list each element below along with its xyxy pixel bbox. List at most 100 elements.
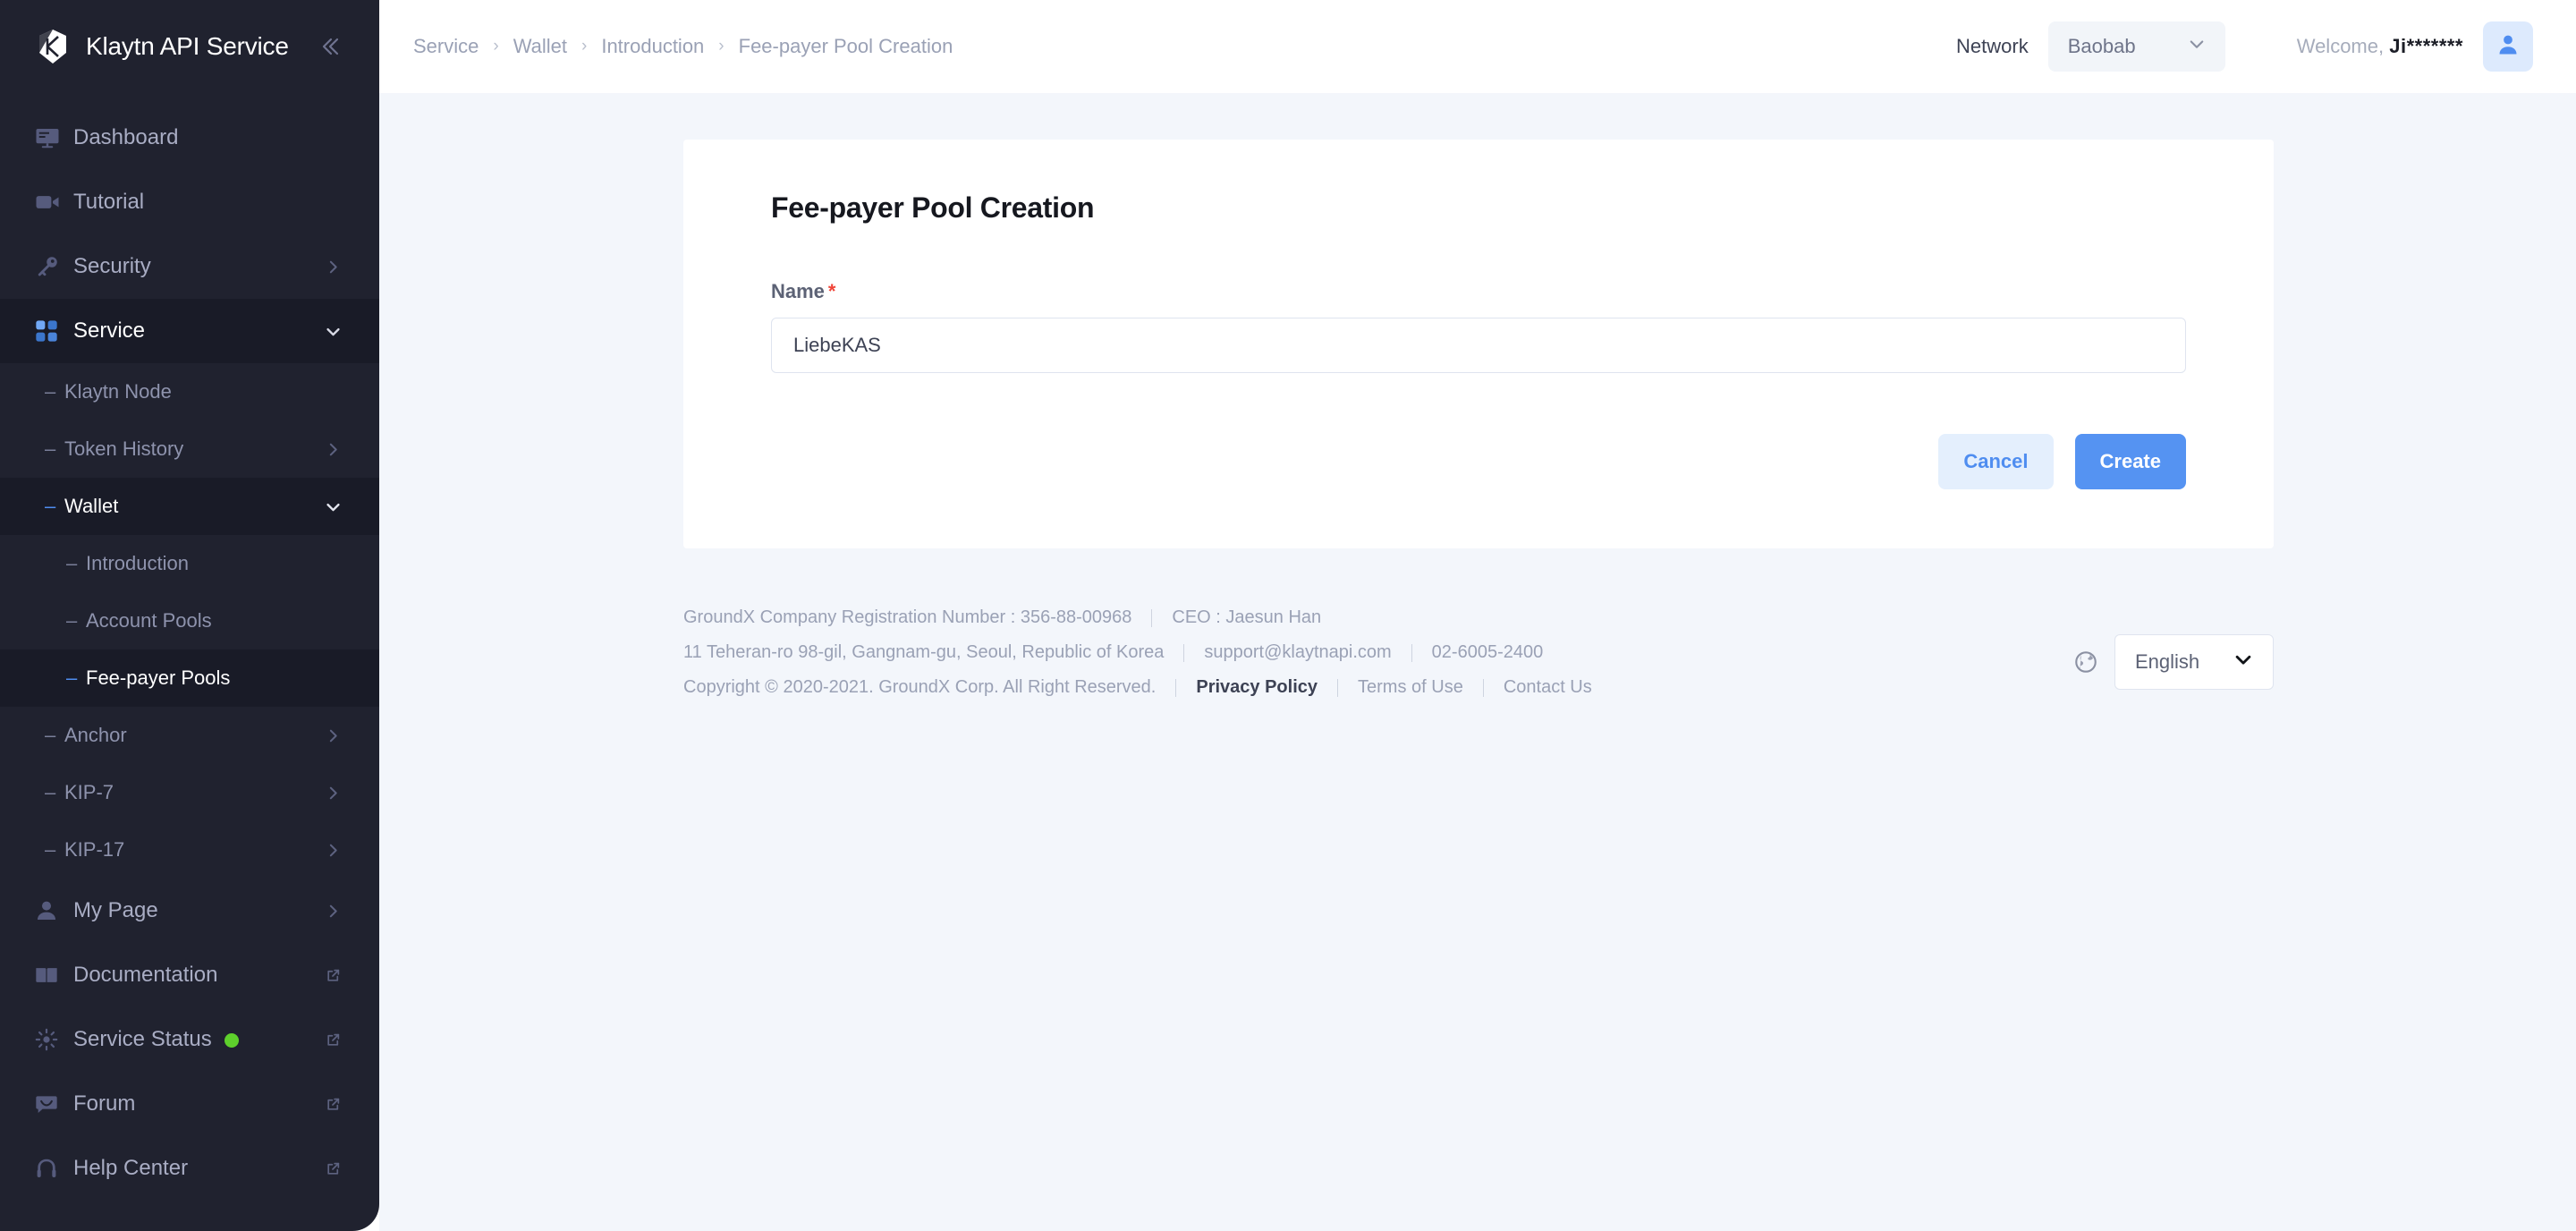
person-icon — [34, 898, 73, 923]
divider — [1151, 608, 1153, 627]
dash-marker: – — [66, 609, 78, 632]
footer-copyright: Copyright © 2020-2021. GroundX Corp. All… — [683, 677, 1157, 697]
breadcrumb-item-current: Fee-payer Pool Creation — [738, 35, 953, 57]
sidebar-item-label: Security — [73, 254, 151, 278]
chevron-right-icon: › — [493, 37, 499, 55]
sidebar-item-label: Wallet — [64, 495, 119, 517]
divider — [1482, 678, 1484, 697]
sidebar-item-account-pools[interactable]: – Account Pools — [0, 592, 379, 649]
sidebar-item-label: KIP-17 — [64, 838, 125, 861]
top-bar-right: Network Baobab Welcome, Ji******* — [1956, 21, 2533, 72]
sidebar-item-label: Help Center — [73, 1156, 189, 1180]
sidebar-item-label: My Page — [73, 898, 158, 922]
footer-email[interactable]: support@klaytnapi.com — [1204, 642, 1391, 663]
divider — [1183, 643, 1185, 662]
sidebar-item-label: KIP-7 — [64, 781, 114, 803]
chevron-down-icon — [2233, 649, 2253, 675]
sidebar-item-label: Fee-payer Pools — [86, 666, 231, 689]
top-bar: Service › Wallet › Introduction › Fee-pa… — [379, 0, 2576, 93]
monitor-icon — [34, 124, 73, 151]
breadcrumb: Service › Wallet › Introduction › Fee-pa… — [413, 35, 953, 58]
sidebar-item-introduction[interactable]: – Introduction — [0, 535, 379, 592]
chevron-right-icon — [320, 442, 345, 457]
terms-of-use-link[interactable]: Terms of Use — [1358, 677, 1463, 698]
chevron-right-icon — [320, 728, 345, 743]
language-select[interactable]: English — [2114, 634, 2274, 690]
external-link-icon — [320, 1161, 345, 1176]
cancel-button[interactable]: Cancel — [1938, 434, 2054, 489]
sidebar-item-token-history[interactable]: – Token History — [0, 420, 379, 478]
name-label-text: Name — [771, 280, 825, 302]
breadcrumb-item-service[interactable]: Service — [413, 35, 479, 58]
divider — [1175, 678, 1177, 697]
sidebar-item-my-page[interactable]: My Page — [0, 879, 379, 943]
name-field-group: Name * — [771, 280, 2186, 373]
avatar[interactable] — [2483, 21, 2533, 72]
sidebar-item-service[interactable]: Service — [0, 299, 379, 363]
chevron-right-icon — [320, 904, 345, 919]
breadcrumb-item-introduction[interactable]: Introduction — [601, 35, 704, 58]
language-select-value: English — [2135, 650, 2200, 673]
sidebar-item-label: Tutorial — [73, 190, 145, 214]
sidebar: Klaytn API Service Dashboard Tutorial Se… — [0, 0, 379, 1231]
headset-icon — [34, 1156, 73, 1181]
sidebar-item-security[interactable]: Security — [0, 234, 379, 299]
sidebar-item-documentation[interactable]: Documentation — [0, 943, 379, 1007]
dash-marker: – — [45, 724, 56, 746]
chevron-down-icon — [2188, 35, 2206, 58]
external-link-icon — [320, 1032, 345, 1048]
dash-marker: – — [45, 437, 56, 460]
chevron-right-icon: › — [581, 37, 588, 55]
name-input[interactable] — [771, 318, 2186, 373]
video-camera-icon — [34, 189, 73, 216]
chevron-down-icon — [320, 323, 345, 340]
sidebar-item-tutorial[interactable]: Tutorial — [0, 170, 379, 234]
sidebar-item-wallet[interactable]: – Wallet — [0, 478, 379, 535]
sidebar-item-label: Token History — [64, 437, 184, 460]
dash-marker: – — [45, 781, 56, 803]
sidebar-item-dashboard[interactable]: Dashboard — [0, 106, 379, 170]
welcome-username: Ji******* — [2389, 35, 2463, 57]
page-title: Fee-payer Pool Creation — [771, 191, 1095, 224]
content-area: Fee-payer Pool Creation Name* Cancel Cre… — [379, 93, 2576, 1231]
chat-icon — [34, 1091, 73, 1116]
user-avatar-icon — [2495, 31, 2521, 63]
sidebar-item-label: Account Pools — [86, 609, 212, 632]
sidebar-item-forum[interactable]: Forum — [0, 1072, 379, 1136]
dash-marker: – — [66, 552, 78, 574]
sidebar-item-anchor[interactable]: – Anchor — [0, 707, 379, 764]
sidebar-item-label: Service Status — [73, 1027, 320, 1052]
klaytn-logo-icon — [34, 28, 72, 65]
main-area: Service › Wallet › Introduction › Fee-pa… — [379, 0, 2576, 1231]
sidebar-item-kip-7[interactable]: – KIP-7 — [0, 764, 379, 821]
sidebar-item-label: Klaytn Node — [64, 380, 172, 403]
network-label: Network — [1956, 35, 2029, 57]
sidebar-item-label-text: Service Status — [73, 1027, 212, 1051]
sidebar-item-help-center[interactable]: Help Center — [0, 1136, 379, 1201]
chevron-down-icon — [320, 498, 345, 515]
contact-us-link[interactable]: Contact Us — [1504, 677, 1592, 698]
divider — [1411, 643, 1412, 662]
welcome-prefix: Welcome, — [2296, 35, 2390, 57]
sidebar-item-fee-payer-pools[interactable]: – Fee-payer Pools — [0, 649, 379, 707]
collapse-left-icon[interactable] — [316, 33, 343, 60]
brand-name: Klaytn API Service — [86, 32, 289, 60]
chevron-right-icon — [320, 259, 345, 275]
network-select[interactable]: Baobab — [2047, 21, 2225, 72]
sidebar-item-kip-17[interactable]: – KIP-17 — [0, 821, 379, 879]
footer-row-company: GroundX Company Registration Number : 35… — [683, 607, 1592, 628]
welcome-text: Welcome, Ji******* — [2297, 35, 2463, 58]
sidebar-item-service-status[interactable]: Service Status — [0, 1007, 379, 1072]
privacy-policy-link[interactable]: Privacy Policy — [1196, 677, 1318, 698]
breadcrumb-item-wallet[interactable]: Wallet — [513, 35, 567, 58]
sidebar-item-label: Forum — [73, 1091, 136, 1116]
create-button[interactable]: Create — [2074, 434, 2186, 489]
grid-icon — [34, 318, 73, 344]
sidebar-item-label: Anchor — [64, 724, 127, 746]
footer-address: 11 Teheran-ro 98-gil, Gangnam-gu, Seoul,… — [683, 642, 1165, 662]
globe-icon — [2073, 649, 2098, 675]
footer-row-legal: Copyright © 2020-2021. GroundX Corp. All… — [683, 677, 1592, 698]
sidebar-item-label: Dashboard — [73, 125, 179, 149]
footer-lines: GroundX Company Registration Number : 35… — [683, 607, 1592, 698]
sidebar-item-klaytn-node[interactable]: – Klaytn Node — [0, 363, 379, 420]
